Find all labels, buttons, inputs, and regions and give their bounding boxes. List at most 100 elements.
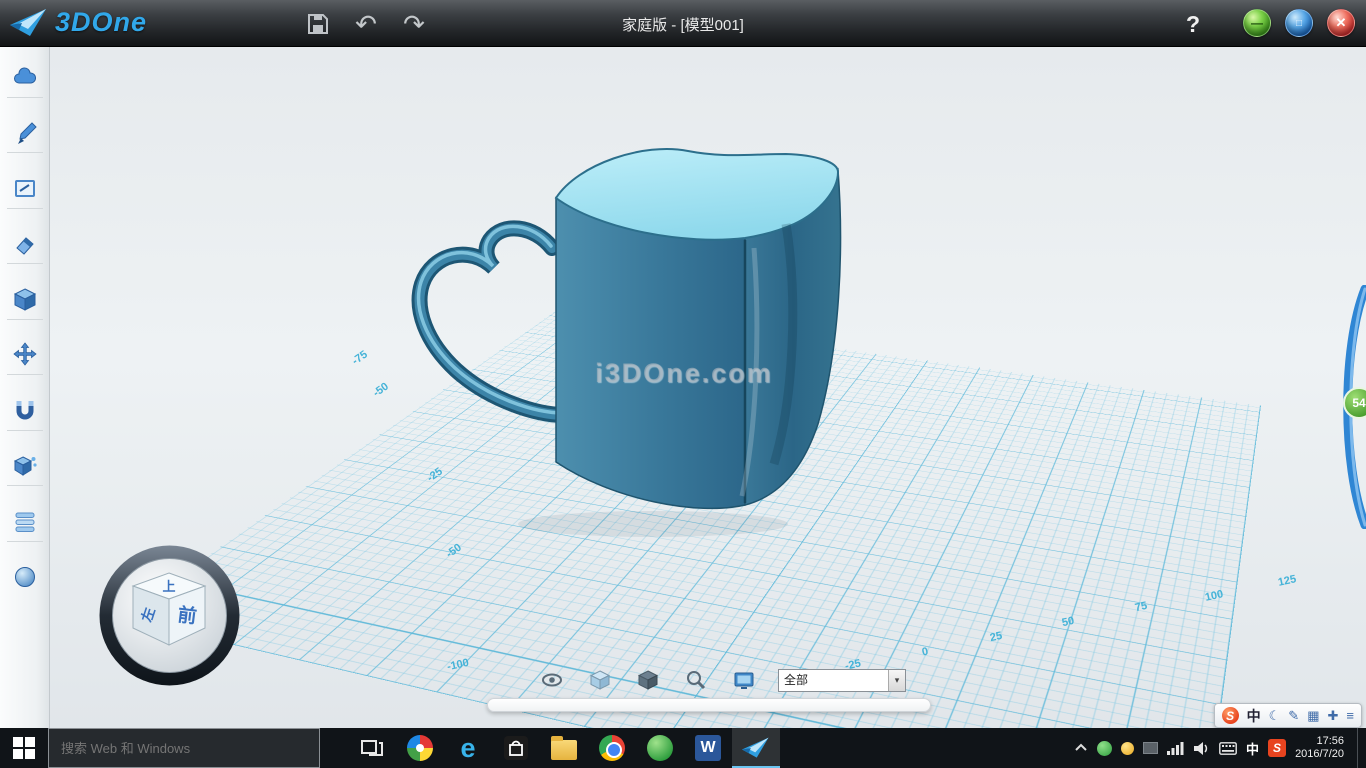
- sogou-tray-icon[interactable]: S: [1268, 739, 1286, 757]
- ime-indicator[interactable]: 中: [1246, 739, 1259, 758]
- view-cube[interactable]: 上 左 前: [97, 543, 242, 688]
- task-view-button[interactable]: [348, 728, 396, 768]
- ime-pen-icon[interactable]: ✎: [1288, 708, 1299, 724]
- save-button[interactable]: [302, 8, 334, 40]
- clock-date: 2016/7/20: [1295, 748, 1344, 761]
- clock[interactable]: 17:56 2016/7/20: [1295, 735, 1346, 761]
- magnifier-icon: [685, 669, 707, 691]
- redo-button[interactable]: ↷: [398, 8, 430, 40]
- watermark: i3DOne.com: [595, 358, 773, 389]
- app-360[interactable]: [636, 728, 684, 768]
- display-filter-value: 全部: [779, 670, 888, 691]
- brush-icon: [12, 120, 38, 146]
- screen-filter-button[interactable]: [730, 666, 758, 694]
- cube-icon: [12, 287, 38, 313]
- layers-icon: [12, 509, 38, 535]
- tool-sketch-plane[interactable]: [12, 176, 38, 202]
- touch-keyboard-icon[interactable]: [1219, 742, 1237, 755]
- window-controls: — □ ✕: [1243, 9, 1355, 37]
- sogou-logo-icon[interactable]: S: [1222, 707, 1239, 724]
- move-arrows-icon: [12, 342, 38, 368]
- tray-updater-icon[interactable]: [1121, 742, 1134, 755]
- ime-keyboard-icon[interactable]: ▦: [1307, 708, 1319, 724]
- sidebar-divider: [7, 374, 43, 375]
- undo-button[interactable]: ↶: [350, 8, 382, 40]
- view-cube-front-label: 前: [176, 603, 198, 628]
- wireframe-mode-button[interactable]: [634, 666, 662, 694]
- app-store[interactable]: [492, 728, 540, 768]
- tool-primitives[interactable]: [12, 65, 38, 91]
- tool-features[interactable]: [12, 287, 38, 313]
- sketch-plane-icon: [12, 176, 38, 202]
- taskbar-search[interactable]: [48, 728, 320, 768]
- sidebar-divider: [7, 541, 43, 542]
- tool-list[interactable]: [12, 509, 38, 535]
- volume-icon[interactable]: [1193, 741, 1210, 756]
- titlebar: 3DOne ↶ ↷ 家庭版 - [模型001] ? — □ ✕: [0, 0, 1366, 47]
- monitor-icon: [733, 669, 755, 691]
- word-icon: W: [695, 735, 721, 761]
- dropdown-arrow-button[interactable]: ▾: [888, 670, 905, 691]
- redo-icon: ↷: [403, 11, 425, 37]
- app-word[interactable]: W: [684, 728, 732, 768]
- sidebar-divider: [7, 319, 43, 320]
- app-file-explorer[interactable]: [540, 728, 588, 768]
- ime-punctuation-icon[interactable]: ☾: [1269, 708, 1281, 724]
- primitives-icon: [12, 65, 38, 91]
- ime-mode-toggle[interactable]: 中: [1247, 706, 1261, 726]
- start-button[interactable]: [0, 728, 48, 768]
- sidebar-divider: [7, 97, 43, 98]
- chevron-up-icon: [1074, 742, 1088, 754]
- app-browser[interactable]: [588, 728, 636, 768]
- viewport[interactable]: -75-50-25-50-10050-250255075100125 i3DOn…: [50, 47, 1366, 728]
- help-button[interactable]: ?: [1178, 9, 1208, 39]
- show-desktop-button[interactable]: [1357, 728, 1362, 768]
- pinwheel-icon: [407, 735, 433, 761]
- light-cube-icon: [589, 669, 611, 691]
- grid-label: -75: [350, 349, 370, 368]
- clock-time: 17:56: [1295, 735, 1344, 748]
- taskbar: e W: [0, 728, 1366, 768]
- ime-menu-icon[interactable]: ≡: [1346, 708, 1354, 723]
- windows-logo-icon: [13, 737, 35, 759]
- mug-handle: [419, 226, 568, 415]
- tool-material[interactable]: [12, 564, 38, 590]
- app-sogou-browser[interactable]: [396, 728, 444, 768]
- app-edge[interactable]: e: [444, 728, 492, 768]
- green-app-icon: [647, 735, 673, 761]
- close-button[interactable]: ✕: [1327, 9, 1355, 37]
- ime-medical-icon[interactable]: ✚: [1328, 708, 1339, 724]
- brand-text: 3DOne: [55, 7, 147, 38]
- sidebar-divider: [7, 208, 43, 209]
- tool-assembly[interactable]: [12, 398, 38, 424]
- tray-expand-button[interactable]: [1074, 742, 1088, 754]
- system-tray: 中 S 17:56 2016/7/20: [1074, 728, 1362, 768]
- sphere-icon: [12, 564, 38, 590]
- visibility-button[interactable]: [538, 666, 566, 694]
- tool-combine[interactable]: [12, 453, 38, 479]
- shaded-mode-button[interactable]: [586, 666, 614, 694]
- edge-icon: e: [460, 735, 475, 762]
- tray-antivirus-icon[interactable]: [1097, 741, 1112, 756]
- zoom-button[interactable]: [682, 666, 710, 694]
- mug-front-face: [556, 198, 745, 508]
- tray-display-icon[interactable]: [1143, 742, 1158, 754]
- sidebar-divider: [7, 430, 43, 431]
- view-slider-bar[interactable]: [487, 698, 931, 712]
- sidebar-divider: [7, 263, 43, 264]
- tool-edit[interactable]: [12, 231, 38, 257]
- ime-toolbar: S 中 ☾ ✎ ▦ ✚ ≡: [1214, 703, 1362, 728]
- search-input[interactable]: [49, 729, 319, 767]
- display-filter-dropdown[interactable]: 全部 ▾: [778, 669, 906, 692]
- dark-cube-icon: [637, 669, 659, 691]
- undo-icon: ↶: [355, 11, 377, 37]
- eraser-icon: [12, 231, 38, 257]
- network-icon[interactable]: [1167, 741, 1184, 755]
- maximize-button[interactable]: □: [1285, 9, 1313, 37]
- model-heart-mug[interactable]: [388, 128, 868, 548]
- folder-icon: [551, 740, 577, 760]
- app-3done[interactable]: [732, 728, 780, 768]
- tool-move[interactable]: [12, 342, 38, 368]
- tool-sketch[interactable]: [12, 120, 38, 146]
- minimize-button[interactable]: —: [1243, 9, 1271, 37]
